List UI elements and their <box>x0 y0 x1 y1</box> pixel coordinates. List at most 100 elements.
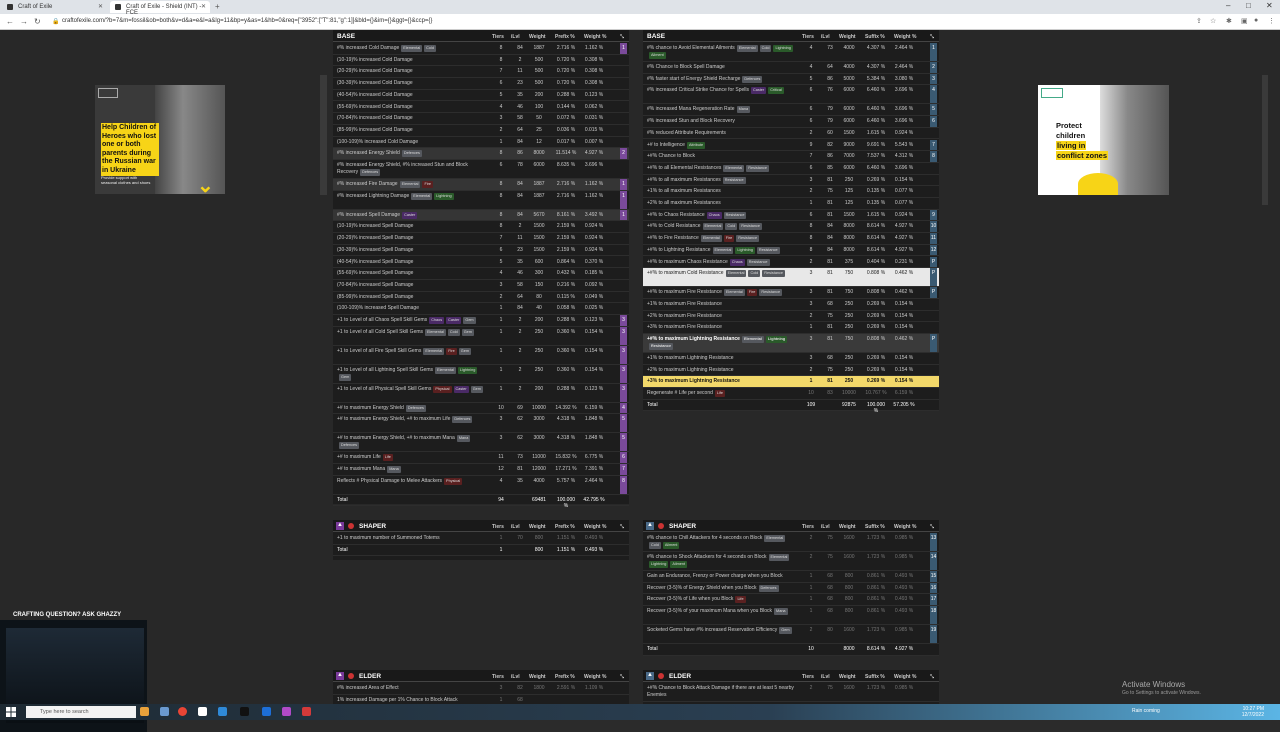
group-number-badge[interactable]: 14 <box>930 552 937 570</box>
col-header-pct[interactable]: Suffix % <box>865 34 885 40</box>
col-header-weight[interactable]: Weight <box>839 524 856 530</box>
modifier-row[interactable]: #% faster start of Energy Shield Recharg… <box>643 73 939 86</box>
taskbar-app-icon[interactable] <box>282 707 291 716</box>
modifier-row[interactable]: +#% to maximum Chaos Resistance Chaos Resi… <box>643 256 939 269</box>
taskbar-app-icon[interactable] <box>160 707 169 716</box>
group-number-badge[interactable]: 1 <box>620 43 627 54</box>
left-ad-banner[interactable]: Help Children of Heroes who lost one or … <box>95 85 225 194</box>
col-header-ilvl[interactable]: iLvl <box>511 674 520 680</box>
maximize-icon[interactable]: □ <box>1246 1 1251 10</box>
modifier-row[interactable]: Gain an Endurance, Frenzy or Power charg… <box>643 571 939 583</box>
group-number-badge[interactable]: 1 <box>620 209 627 221</box>
group-number-badge[interactable]: 5 <box>620 414 627 433</box>
modifier-row[interactable]: +1 to maximum number of Summoned Totems 1… <box>333 533 629 545</box>
group-number-badge[interactable]: 3 <box>620 315 627 326</box>
modifier-row[interactable]: +#% to Lightning Resistance Elemental Ligh… <box>643 244 939 257</box>
modifier-row[interactable]: +#% to Chaos Resistance Chaos Resistance 6 8… <box>643 209 939 222</box>
modifier-row[interactable]: +# to maximum Mana Mana 12 81 12000 17.271 % 7… <box>333 464 629 476</box>
modifier-row[interactable]: #% chance to Avoid Elemental Ailments Ele… <box>643 43 939 62</box>
modifier-row[interactable]: (30-39)% increased Spell Damage 6 23 1500 2.… <box>333 245 629 257</box>
modifier-row[interactable]: #% increased Spell Damage Caster 8 84 5670 8.… <box>333 209 629 222</box>
modifier-row[interactable]: (70-84)% increased Cold Damage 3 58 50 0.072… <box>333 113 629 125</box>
expand-toggle-icon[interactable]: ⤡ <box>620 674 624 680</box>
group-number-badge[interactable]: 1 <box>930 43 937 61</box>
modifier-row[interactable]: #% increased Energy Shield Defences 8 86 800… <box>333 148 629 160</box>
group-number-badge[interactable]: 12 <box>930 244 937 256</box>
modifier-row[interactable]: +#% Chance to Block 7 86 7000 7.537 % 4.312 %… <box>643 151 939 163</box>
modifier-row[interactable]: (85-99)% increased Spell Damage 2 64 80 0.11… <box>333 292 629 304</box>
modifier-row[interactable]: (55-69)% increased Spell Damage 4 46 300 0.4… <box>333 268 629 280</box>
col-header-pct[interactable]: Prefix % <box>555 34 575 40</box>
close-window-icon[interactable]: ✕ <box>1266 1 1273 10</box>
page-scrollbar[interactable] <box>1262 75 1268 205</box>
bookmark-star-icon[interactable]: ☆ <box>1210 17 1216 25</box>
modifier-row[interactable]: +#% to Fire Resistance Elemental Fire Resis… <box>643 233 939 245</box>
col-header-tiers[interactable]: Tiers <box>492 524 504 530</box>
col-header-weight[interactable]: Weight <box>529 524 546 530</box>
modifier-row[interactable]: Socketed Gems have #% increased Reservat… <box>643 625 939 645</box>
col-header-weight[interactable]: Weight <box>839 674 856 680</box>
group-number-badge[interactable]: 19 <box>930 625 937 644</box>
menu-icon[interactable]: ⋮ <box>1268 17 1275 25</box>
section-toggle-icon[interactable]: ▲ <box>336 672 344 680</box>
col-header-weight[interactable]: Weight <box>839 34 856 40</box>
extensions-icon[interactable]: ✱ <box>1226 17 1232 25</box>
group-number-badge[interactable]: 4 <box>620 402 627 414</box>
group-number-badge[interactable]: P <box>930 268 937 287</box>
tiktok-icon[interactable] <box>240 707 249 716</box>
url-field[interactable]: craftofexile.com/?b=7&m=fossil&ob=both&v… <box>62 18 432 24</box>
modifier-row[interactable]: Regenerate # Life per second Life 10 83 1000… <box>643 388 939 400</box>
group-number-badge[interactable]: 2 <box>930 62 937 73</box>
modifier-row[interactable]: +2% to maximum Fire Resistance 2 75 250 0.26… <box>643 311 939 323</box>
modifier-row[interactable]: +#% to all maximum Resistances Resistance… <box>643 175 939 187</box>
col-header-ilvl[interactable]: iLvl <box>821 674 830 680</box>
browser-tab-1[interactable]: Craft of Exile ✕ <box>2 1 107 13</box>
modifier-row[interactable]: #% Chance to Block Spell Damage 4 64 4000 4.… <box>643 62 939 74</box>
modifier-row[interactable]: #% increased Energy Shield, #% increased… <box>333 160 629 179</box>
modifier-row[interactable]: (40-54)% increased Spell Damage 5 35 600 0.8… <box>333 257 629 269</box>
group-number-badge[interactable]: 5 <box>620 433 627 452</box>
group-number-badge[interactable]: P <box>930 287 937 298</box>
taskbar-search-input[interactable]: Type here to search <box>26 706 136 718</box>
modifier-row[interactable]: +1% to all maximum Resistances 2 75 125 0.13… <box>643 186 939 198</box>
modifier-row[interactable]: (70-84)% increased Spell Damage 3 58 150 0.2… <box>333 280 629 292</box>
modifier-row[interactable]: +# to maximum Energy Shield, +# to maxim… <box>333 414 629 434</box>
col-header-ilvl[interactable]: iLvl <box>821 524 830 530</box>
modifier-row[interactable]: +#% Chance to Block Attack Damage if the… <box>643 683 939 702</box>
modifier-row[interactable]: Recover (3-5)% of Life when you Block Lif… <box>643 594 939 607</box>
new-tab-icon[interactable]: + <box>215 2 220 11</box>
col-header-pct[interactable]: Suffix % <box>865 524 885 530</box>
modifier-row[interactable]: (40-54)% increased Cold Damage 5 35 200 0.28… <box>333 90 629 102</box>
weather-tray-text[interactable]: Rain coming <box>1132 708 1160 714</box>
group-number-badge[interactable]: 3 <box>930 73 937 85</box>
modifier-row[interactable]: +#% to Cold Resistance Elemental Cold Resis… <box>643 221 939 234</box>
col-header-weight-pct[interactable]: Weight % <box>584 34 606 40</box>
col-header-ilvl[interactable]: iLvl <box>511 34 520 40</box>
group-number-badge[interactable]: 3 <box>620 326 627 345</box>
modifier-row[interactable]: (30-39)% increased Cold Damage 6 23 500 0.72… <box>333 78 629 90</box>
group-number-badge[interactable]: 13 <box>930 533 937 551</box>
modifier-row[interactable]: #% increased Area of Effect 3 82 1800 2.591 … <box>333 683 629 695</box>
group-number-badge[interactable]: 17 <box>930 594 937 606</box>
col-header-weight[interactable]: Weight <box>529 674 546 680</box>
modifier-row[interactable]: (55-69)% increased Cold Damage 4 46 100 0.14… <box>333 102 629 114</box>
profile-avatar-icon[interactable]: ● <box>1254 17 1258 24</box>
section-toggle-icon[interactable]: ▲ <box>646 672 654 680</box>
modifier-row[interactable]: Recover (3-5)% of your maximum Mana when… <box>643 606 939 626</box>
modifier-row[interactable]: #% increased Fire Damage Elemental Fire 8 84… <box>333 179 629 191</box>
taskbar-clock[interactable]: 10:27 PM 12/7/2022 <box>1242 706 1264 718</box>
close-tab-icon[interactable]: ✕ <box>98 3 103 10</box>
group-number-badge[interactable]: 6 <box>930 116 937 127</box>
group-number-badge[interactable]: 3 <box>620 345 627 364</box>
modifier-row[interactable]: #% reduced Attribute Requirements 2 60 1500… <box>643 128 939 140</box>
modifier-row[interactable]: (100-109)% increased Cold Damage 1 84 12 0.0… <box>333 137 629 149</box>
modifier-row[interactable]: (85-99)% increased Cold Damage 2 64 25 0.036… <box>333 125 629 137</box>
col-header-tiers[interactable]: Tiers <box>802 674 814 680</box>
modifier-row[interactable]: #% increased Stun and Block Recovery 6 79 6… <box>643 116 939 128</box>
group-number-badge[interactable]: 4 <box>930 85 937 104</box>
col-header-pct[interactable]: Prefix % <box>555 524 575 530</box>
modifier-row[interactable]: (10-19)% increased Cold Damage 8 2 500 0.720… <box>333 55 629 67</box>
close-tab-icon[interactable]: ✕ <box>201 3 206 10</box>
modifier-row[interactable]: #% increased Cold Damage Elemental Cold 8 84… <box>333 43 629 55</box>
modifier-row[interactable]: (20-29)% increased Spell Damage 7 11 1500 2.… <box>333 233 629 245</box>
